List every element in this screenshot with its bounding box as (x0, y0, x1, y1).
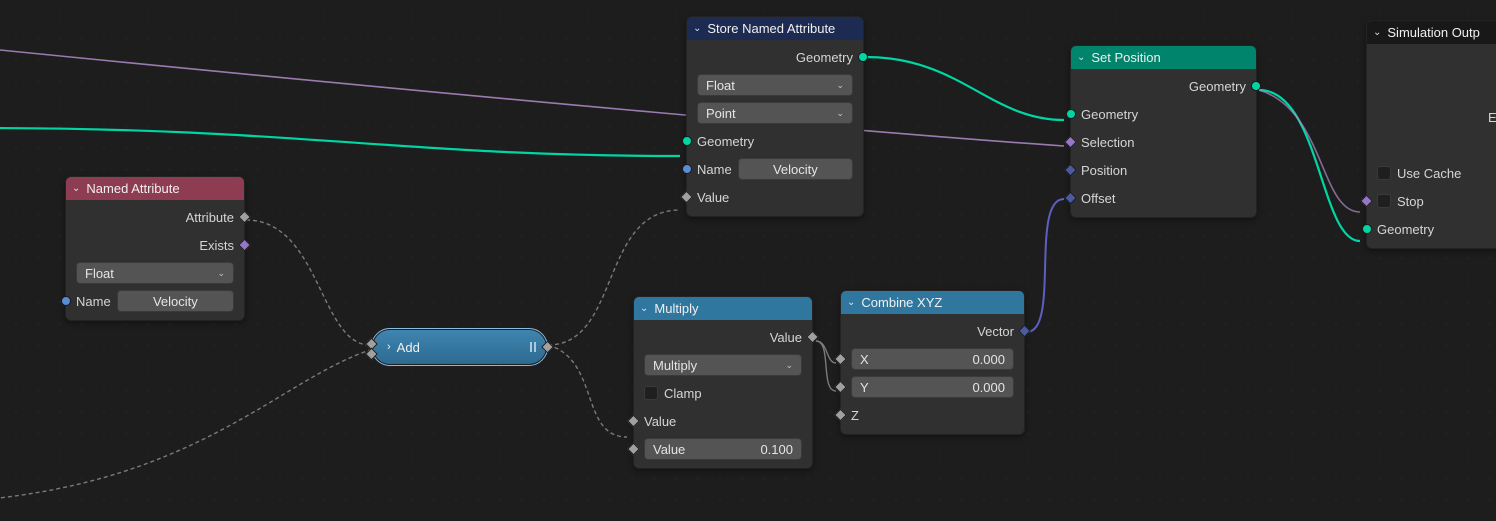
use-cache-label: Use Cache (1397, 166, 1461, 181)
chevron-down-icon: ⌄ (847, 297, 855, 308)
clamp-checkbox[interactable] (644, 386, 658, 400)
chevron-right-icon: › (387, 341, 391, 353)
socket-geometry-out[interactable] (858, 52, 868, 62)
use-cache-checkbox[interactable] (1377, 166, 1391, 180)
socket-z-in[interactable] (834, 409, 847, 422)
socket-name-in[interactable] (682, 164, 692, 174)
name-label: Name (697, 162, 732, 177)
socket-label: Vector (977, 324, 1014, 339)
node-header[interactable]: ⌄ Set Position (1071, 46, 1256, 69)
socket-vector-out[interactable] (1018, 325, 1031, 338)
value-field[interactable]: Value 0.100 (644, 438, 802, 460)
type-dropdown[interactable]: Float⌄ (697, 74, 853, 96)
socket-value-out[interactable] (806, 331, 819, 344)
socket-label: Geometry (697, 134, 754, 149)
type-dropdown[interactable]: Float⌄ (76, 262, 234, 284)
chevron-down-icon: ⌄ (1373, 27, 1381, 38)
operation-dropdown[interactable]: Multiply⌄ (644, 354, 802, 376)
socket-name-in[interactable] (61, 296, 71, 306)
node-header[interactable]: ⌄ Named Attribute (66, 177, 244, 200)
chevron-down-icon: ⌄ (785, 360, 793, 371)
z-label: Z (851, 408, 859, 423)
socket-out[interactable] (541, 341, 554, 354)
node-title: Store Named Attribute (707, 21, 835, 36)
name-label: Name (76, 294, 111, 309)
socket-value2-in[interactable] (627, 443, 640, 456)
node-add[interactable]: › Add (372, 329, 547, 365)
node-title: Multiply (654, 301, 698, 316)
socket-geometry-out[interactable] (1251, 81, 1261, 91)
socket-label: Attribute (186, 210, 234, 225)
socket-label: Geometry (1081, 107, 1138, 122)
chevron-down-icon: ⌄ (1077, 52, 1085, 63)
node-header[interactable]: ⌄ Store Named Attribute (687, 17, 863, 40)
chevron-down-icon: ⌄ (693, 23, 701, 34)
socket-label: Value (770, 330, 802, 345)
socket-label: Selection (1081, 135, 1134, 150)
node-multiply[interactable]: ⌄ Multiply Value Multiply⌄ Clamp Value V… (633, 296, 813, 469)
node-header[interactable]: ⌄ Simulation Outp (1367, 21, 1496, 44)
node-title: Add (397, 340, 420, 355)
socket-attribute-out[interactable] (238, 211, 251, 224)
node-header[interactable]: ⌄ Combine XYZ (841, 291, 1024, 314)
stop-label: Stop (1397, 194, 1424, 209)
socket-geometry-in[interactable] (1066, 109, 1076, 119)
node-title: Set Position (1091, 50, 1160, 65)
socket-label: Exists (199, 238, 234, 253)
socket-y-in[interactable] (834, 381, 847, 394)
node-title: Named Attribute (86, 181, 179, 196)
node-combine-xyz[interactable]: ⌄ Combine XYZ Vector X0.000 Y0.000 Z (840, 290, 1025, 435)
socket-value-in[interactable] (680, 191, 693, 204)
socket-stop-in[interactable] (1360, 195, 1373, 208)
socket-label: Elapsed (1488, 110, 1496, 125)
chevron-down-icon: ⌄ (217, 268, 225, 279)
y-field[interactable]: Y0.000 (851, 376, 1014, 398)
node-store-named-attribute[interactable]: ⌄ Store Named Attribute Geometry Float⌄ … (686, 16, 864, 217)
socket-in-b[interactable] (365, 347, 378, 360)
chevron-down-icon: ⌄ (836, 80, 844, 91)
socket-geometry-in[interactable] (682, 136, 692, 146)
socket-value-in[interactable] (627, 415, 640, 428)
node-title: Combine XYZ (861, 295, 942, 310)
chevron-down-icon: ⌄ (836, 108, 844, 119)
socket-label: Geometry (796, 50, 853, 65)
chevron-down-icon: ⌄ (640, 303, 648, 314)
x-field[interactable]: X0.000 (851, 348, 1014, 370)
node-simulation-output[interactable]: ⌄ Simulation Outp S E Elapsed Geo Use Ca… (1366, 20, 1496, 249)
node-header[interactable]: ⌄ Multiply (634, 297, 812, 320)
socket-label: Geometry (1189, 79, 1246, 94)
socket-geometry-in[interactable] (1362, 224, 1372, 234)
domain-dropdown[interactable]: Point⌄ (697, 102, 853, 124)
grip-icon (530, 342, 536, 352)
name-field[interactable]: Velocity (738, 158, 853, 180)
socket-label: Position (1081, 163, 1127, 178)
chevron-down-icon: ⌄ (72, 183, 80, 194)
socket-exists-out[interactable] (238, 239, 251, 252)
socket-selection-in[interactable] (1064, 136, 1077, 149)
node-named-attribute[interactable]: ⌄ Named Attribute Attribute Exists Float… (65, 176, 245, 321)
node-set-position[interactable]: ⌄ Set Position Geometry Geometry Selecti… (1070, 45, 1257, 218)
socket-label: Offset (1081, 191, 1115, 206)
socket-position-in[interactable] (1064, 164, 1077, 177)
name-field[interactable]: Velocity (117, 290, 234, 312)
socket-offset-in[interactable] (1064, 192, 1077, 205)
clamp-label: Clamp (664, 386, 702, 401)
socket-label: Value (697, 190, 729, 205)
socket-label: Value (644, 414, 676, 429)
stop-checkbox[interactable] (1377, 194, 1391, 208)
node-title: Simulation Outp (1387, 25, 1480, 40)
socket-x-in[interactable] (834, 353, 847, 366)
socket-label: Geometry (1377, 222, 1434, 237)
